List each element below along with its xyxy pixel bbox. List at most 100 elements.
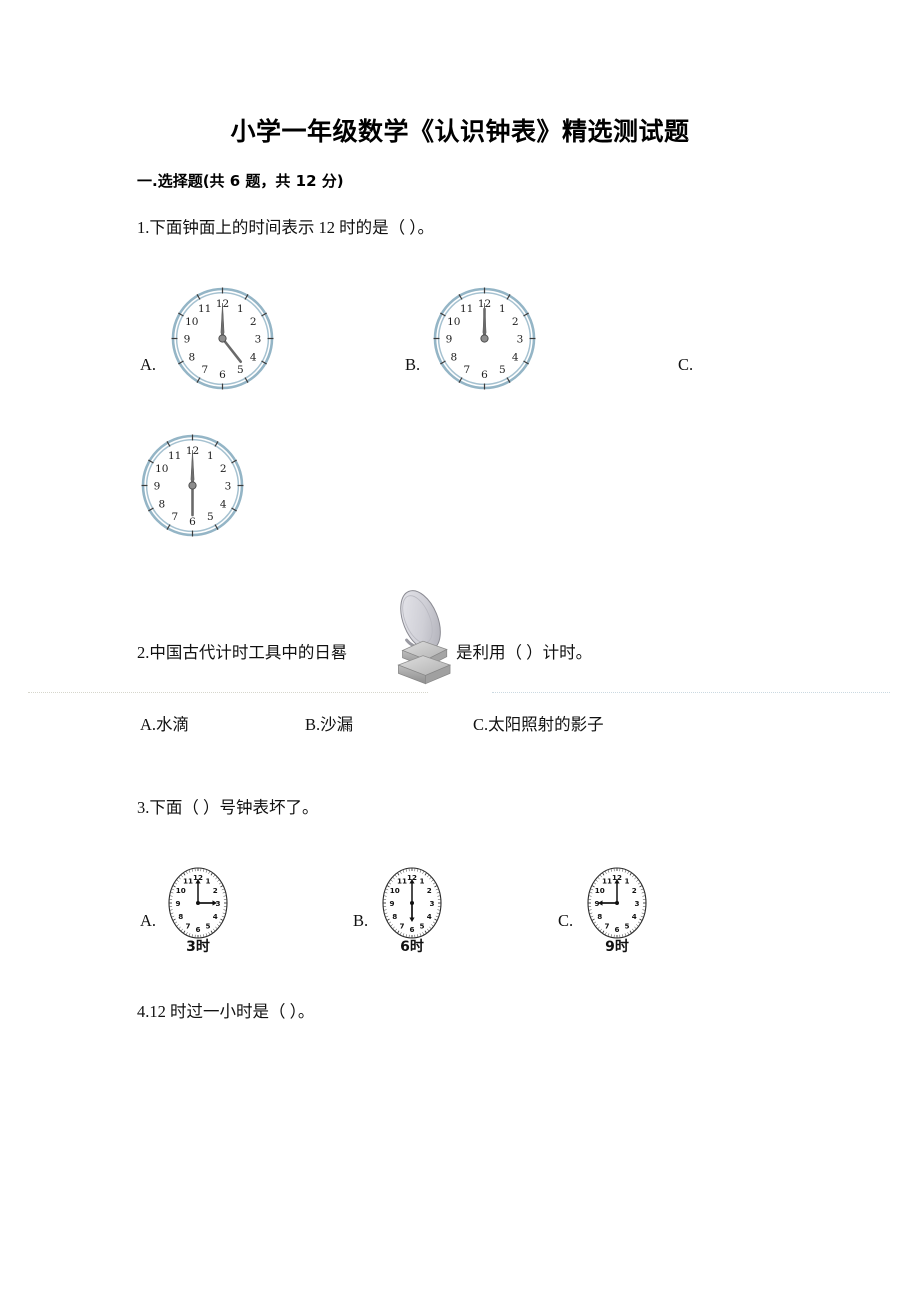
- question-2-option-a[interactable]: A.水滴: [140, 711, 189, 735]
- question-3-text: 3.下面（ ）号钟表坏了。: [137, 798, 319, 817]
- svg-text:6: 6: [219, 369, 226, 381]
- svg-text:6: 6: [195, 925, 200, 934]
- question-2-option-c[interactable]: C.太阳照射的影子: [473, 711, 604, 735]
- question-3-clock-option-a: 12 1 2 3 4 5 6 7 8 9 10 11: [167, 866, 229, 940]
- svg-text:7: 7: [399, 922, 404, 931]
- question-1-text: 1.下面钟面上的时间表示 12 时的是（ ）。: [137, 218, 434, 237]
- page-divider-left: [28, 692, 428, 694]
- svg-text:6: 6: [481, 369, 488, 381]
- svg-text:9: 9: [594, 899, 599, 908]
- question-2-option-b-letter: B.: [305, 715, 321, 734]
- svg-text:10: 10: [176, 886, 186, 895]
- question-3-clock-c-caption: 9时: [605, 939, 629, 955]
- svg-text:7: 7: [463, 364, 470, 376]
- question-3-clock-option-b: 12 1 2 3 4 5 6 7 8 9 10 11: [381, 866, 443, 940]
- svg-text:7: 7: [604, 922, 609, 931]
- svg-text:2: 2: [427, 886, 432, 895]
- svg-text:8: 8: [178, 912, 183, 921]
- svg-text:10: 10: [390, 886, 400, 895]
- question-2-text-after-image: 是利用（ ）计时。: [456, 643, 593, 662]
- question-3-clock-b-caption: 6时: [400, 939, 424, 955]
- svg-text:11: 11: [602, 877, 612, 886]
- svg-text:1: 1: [237, 303, 244, 315]
- svg-text:5: 5: [207, 511, 214, 523]
- svg-text:8: 8: [392, 912, 397, 921]
- svg-text:11: 11: [183, 877, 193, 886]
- question-1-option-a-letter[interactable]: A.: [140, 355, 156, 375]
- question-1-option-b-letter[interactable]: B.: [405, 355, 420, 375]
- svg-text:3: 3: [429, 899, 434, 908]
- svg-text:4: 4: [427, 912, 432, 921]
- svg-text:4: 4: [512, 351, 519, 363]
- svg-text:3: 3: [517, 334, 524, 346]
- svg-text:1: 1: [419, 877, 424, 886]
- svg-text:7: 7: [201, 364, 208, 376]
- question-1-clock-option-c: 121234567891011: [140, 433, 245, 538]
- svg-text:2: 2: [632, 886, 637, 895]
- question-2-option-a-label: 水滴: [156, 715, 190, 734]
- svg-text:5: 5: [499, 364, 506, 376]
- question-1-clock-option-a: 121234567891011: [170, 286, 275, 391]
- svg-text:11: 11: [460, 303, 473, 315]
- page-title: 小学一年级数学《认识钟表》精选测试题: [230, 117, 690, 146]
- svg-text:8: 8: [450, 351, 457, 363]
- svg-text:1: 1: [499, 303, 506, 315]
- svg-text:5: 5: [237, 364, 244, 376]
- svg-text:5: 5: [624, 922, 629, 931]
- svg-text:6: 6: [189, 516, 196, 528]
- question-3-clock-a-caption: 3时: [186, 939, 210, 955]
- svg-text:5: 5: [419, 922, 424, 931]
- svg-text:11: 11: [168, 450, 181, 462]
- worksheet-page: 小学一年级数学《认识钟表》精选测试题 一.选择题(共 6 题，共 12 分) 1…: [0, 0, 920, 1302]
- svg-text:9: 9: [446, 334, 453, 346]
- sundial-image: [382, 586, 464, 695]
- question-2-option-b[interactable]: B.沙漏: [305, 711, 353, 735]
- question-3-option-c-letter[interactable]: C.: [558, 911, 573, 931]
- svg-text:8: 8: [597, 912, 602, 921]
- svg-text:11: 11: [198, 303, 211, 315]
- svg-text:2: 2: [213, 886, 218, 895]
- svg-text:5: 5: [205, 922, 210, 931]
- page-divider-right: [492, 692, 890, 694]
- svg-text:3: 3: [225, 481, 232, 493]
- question-3-clock-option-c: 12 1 2 3 4 5 6 7 8 9 10 11: [586, 866, 648, 940]
- question-3-option-b-letter[interactable]: B.: [353, 911, 368, 931]
- svg-text:4: 4: [213, 912, 218, 921]
- svg-text:6: 6: [614, 925, 619, 934]
- svg-text:1: 1: [205, 877, 210, 886]
- svg-text:11: 11: [397, 877, 407, 886]
- svg-text:1: 1: [624, 877, 629, 886]
- svg-text:9: 9: [154, 481, 161, 493]
- question-2-option-b-label: 沙漏: [320, 715, 354, 734]
- question-2-option-c-letter: C.: [473, 715, 489, 734]
- question-2-option-c-label: 太阳照射的影子: [488, 715, 604, 734]
- svg-text:8: 8: [188, 351, 195, 363]
- question-1-clock-option-b: 121234567891011: [432, 286, 537, 391]
- question-3-option-a-letter[interactable]: A.: [140, 911, 156, 931]
- svg-text:9: 9: [389, 899, 394, 908]
- question-1-option-c-letter[interactable]: C.: [678, 355, 693, 375]
- svg-text:9: 9: [175, 899, 180, 908]
- svg-text:10: 10: [595, 886, 605, 895]
- svg-text:6: 6: [409, 925, 414, 934]
- question-2-option-a-letter: A.: [140, 715, 157, 734]
- svg-text:7: 7: [171, 511, 178, 523]
- svg-text:10: 10: [155, 463, 168, 475]
- svg-text:10: 10: [447, 316, 460, 328]
- question-4-text: 4.12 时过一小时是（ ）。: [137, 1002, 315, 1021]
- svg-text:2: 2: [220, 463, 227, 475]
- svg-text:3: 3: [634, 899, 639, 908]
- svg-text:2: 2: [250, 316, 257, 328]
- question-2-text-before-image: 2.中国古代计时工具中的日晷: [137, 643, 348, 662]
- svg-text:4: 4: [220, 498, 227, 510]
- svg-text:7: 7: [185, 922, 190, 931]
- svg-text:8: 8: [158, 498, 165, 510]
- section-heading-multiple-choice: 一.选择题(共 6 题，共 12 分): [137, 172, 344, 190]
- svg-text:2: 2: [512, 316, 519, 328]
- svg-text:1: 1: [207, 450, 214, 462]
- svg-text:3: 3: [255, 334, 262, 346]
- svg-text:4: 4: [632, 912, 637, 921]
- svg-text:4: 4: [250, 351, 257, 363]
- svg-text:10: 10: [185, 316, 198, 328]
- svg-text:9: 9: [184, 334, 191, 346]
